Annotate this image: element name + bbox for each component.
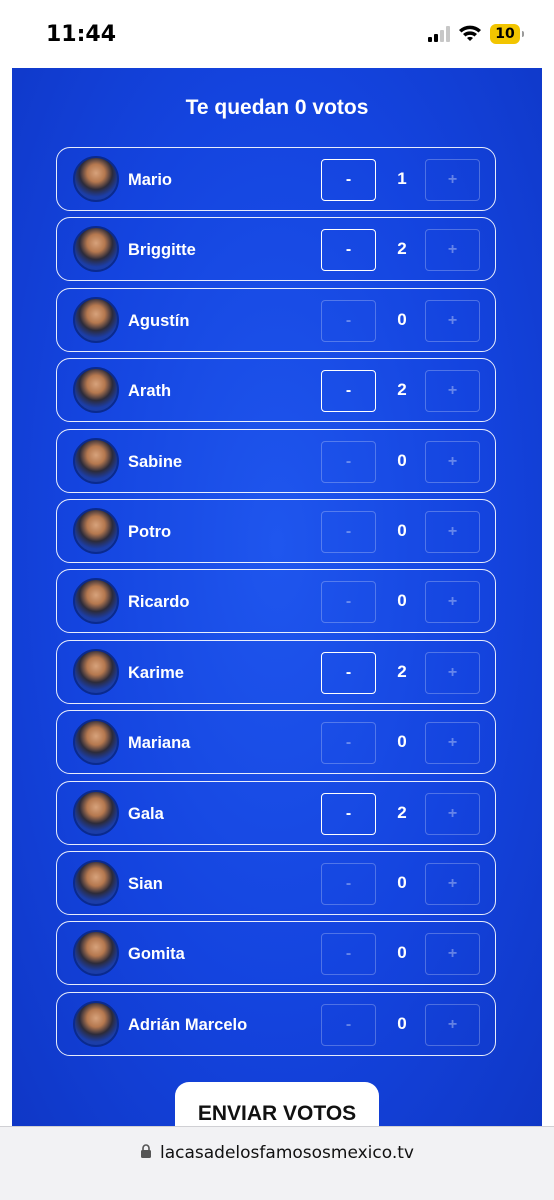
contestant-row: Agustín - 0 + <box>56 287 496 352</box>
voting-panel: Te quedan 0 votos Mario -1 + Briggitte -2 + Ag… <box>12 68 542 1126</box>
contestant-name: Mario <box>128 171 173 189</box>
votes-remaining: Te quedan 0 votos <box>185 96 369 119</box>
contestant-row: Gomita - 0 + <box>56 921 496 986</box>
decrement-vote-button[interactable]: - <box>321 1003 376 1046</box>
increment-vote-button[interactable]: + <box>425 511 480 553</box>
contestant-row: Sabine - 0 + <box>56 428 496 493</box>
decrement-vote-button[interactable]: - <box>321 229 376 272</box>
vote-count: 2 <box>397 239 407 259</box>
increment-vote-button[interactable]: + <box>425 370 480 413</box>
battery-indicator: 10 <box>490 24 524 44</box>
avatar <box>73 226 119 273</box>
increment-vote-button[interactable]: + <box>425 1003 480 1046</box>
signal-icon <box>428 26 452 47</box>
browser-url-bar[interactable]: lacasadelosfamososmexico.tv <box>0 1126 554 1200</box>
vote-count: 0 <box>397 1013 407 1033</box>
increment-vote-button[interactable]: + <box>425 299 480 342</box>
avatar <box>73 367 119 414</box>
increment-vote-button[interactable]: + <box>425 792 480 835</box>
avatar <box>73 156 119 202</box>
avatar <box>73 860 119 906</box>
decrement-vote-button[interactable]: - <box>321 440 376 483</box>
status-bar: 11:44 10 <box>0 0 554 68</box>
contestant-row: Mariana - 0 + <box>56 710 496 775</box>
contestant-name: Karime <box>128 663 184 682</box>
contestant-name: Sabine <box>128 452 183 471</box>
contestant-name: Gomita <box>128 945 185 964</box>
avatar <box>73 719 119 766</box>
increment-vote-button[interactable]: + <box>425 722 480 765</box>
contestant-row: Arath - 2 + <box>56 358 496 423</box>
avatar <box>73 930 119 977</box>
avatar <box>73 437 119 484</box>
decrement-vote-button[interactable]: - <box>321 370 376 413</box>
url-display[interactable]: lacasadelosfamososmexico.tv <box>0 1143 554 1164</box>
vote-count: 0 <box>397 943 407 963</box>
decrement-vote-button[interactable]: - <box>321 651 376 694</box>
avatar <box>73 578 119 625</box>
vote-count: 2 <box>397 380 407 400</box>
decrement-vote-button[interactable]: - <box>321 299 376 342</box>
vote-count: 0 <box>397 521 407 540</box>
decrement-vote-button[interactable]: - <box>321 792 376 835</box>
wifi-icon <box>458 24 482 47</box>
avatar <box>73 789 119 836</box>
increment-vote-button[interactable]: + <box>425 863 480 905</box>
decrement-vote-button[interactable]: - <box>321 863 376 905</box>
contestant-row: Gala - 2 + <box>56 780 496 845</box>
contestant-name: Agustín <box>128 311 190 330</box>
contestant-row: Potro - 0 + <box>56 499 496 563</box>
avatar <box>73 508 119 554</box>
increment-vote-button[interactable]: + <box>425 229 480 272</box>
contestant-name: Adrián Marcelo <box>128 1015 248 1034</box>
avatar <box>73 648 119 695</box>
contestant-row: Adrián Marcelo - 0 + <box>56 991 496 1056</box>
submit-votes-button[interactable]: ENVIAR VOTOS <box>175 1082 379 1126</box>
contestant-name: Ricardo <box>128 593 190 612</box>
contestant-name: Gala <box>128 804 164 823</box>
avatar <box>73 1000 119 1047</box>
contestant-row: Ricardo - 0 + <box>56 569 496 634</box>
contestant-name: Potro <box>128 523 172 541</box>
contestant-name: Briggitte <box>128 241 196 260</box>
decrement-vote-button[interactable]: - <box>321 511 376 553</box>
increment-vote-button[interactable]: + <box>425 581 480 624</box>
vote-count: 2 <box>397 802 407 822</box>
vote-count: 0 <box>397 591 407 611</box>
decrement-vote-button[interactable]: - <box>321 581 376 624</box>
vote-count: 0 <box>397 309 407 329</box>
vote-count: 0 <box>397 732 407 752</box>
url-text: lacasadelosfamososmexico.tv <box>160 1143 414 1163</box>
vote-count: 2 <box>397 661 407 681</box>
vote-count: 0 <box>397 450 407 470</box>
decrement-vote-button[interactable]: - <box>321 722 376 765</box>
increment-vote-button[interactable]: + <box>425 440 480 483</box>
contestant-row: Karime - 2 + <box>56 639 496 704</box>
contestant-name: Arath <box>128 382 172 401</box>
contestant-row: Sian - 0 + <box>56 851 496 915</box>
contestant-row: Mario - 1 + <box>56 147 496 211</box>
status-time: 11:44 <box>46 22 117 47</box>
increment-vote-button[interactable]: + <box>425 159 480 201</box>
increment-vote-button[interactable]: + <box>425 933 480 976</box>
decrement-vote-button[interactable]: - <box>321 933 376 976</box>
increment-vote-button[interactable]: + <box>425 651 480 694</box>
vote-count: 0 <box>397 873 407 892</box>
decrement-vote-button[interactable]: - <box>321 159 376 201</box>
contestant-name: Mariana <box>128 734 191 753</box>
contestant-name: Sian <box>128 875 163 893</box>
vote-count: 1 <box>397 169 407 188</box>
lock-icon <box>140 1144 152 1164</box>
contestant-row: Briggitte - 2 + <box>56 217 496 282</box>
avatar <box>73 296 119 343</box>
